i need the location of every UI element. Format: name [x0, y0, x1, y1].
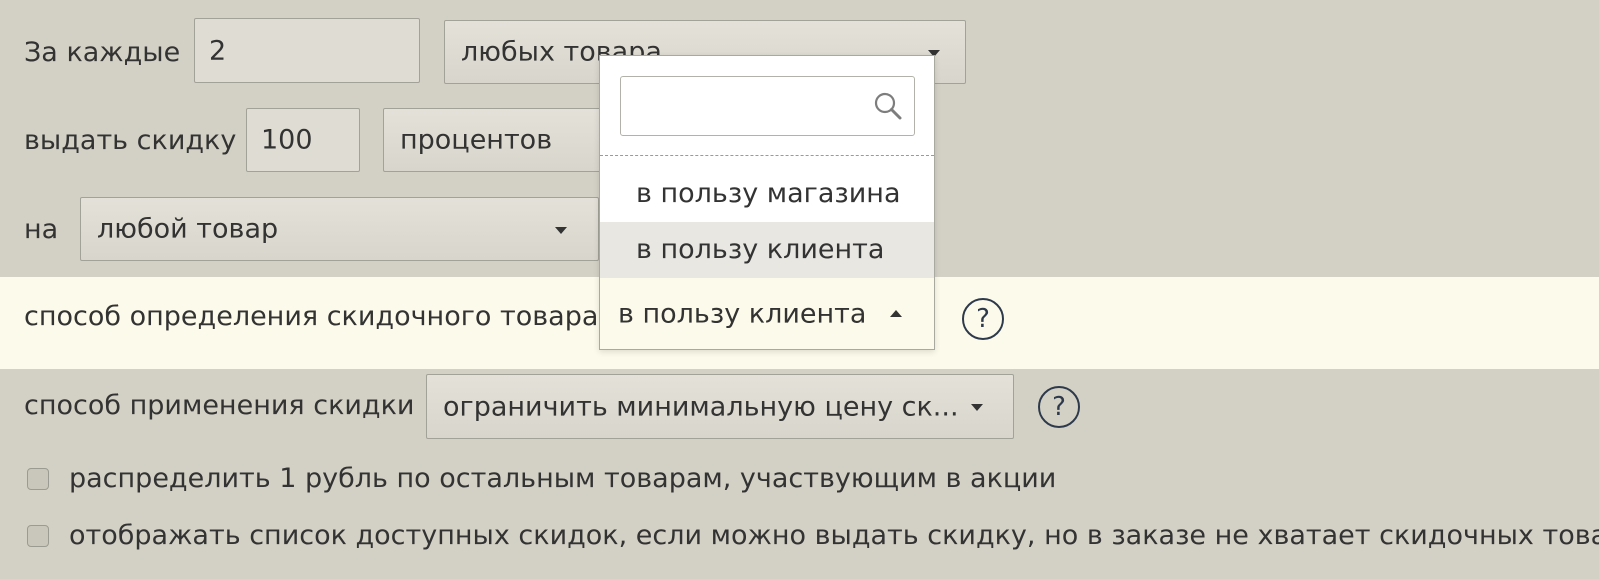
discount-unit-value: процентов — [400, 124, 553, 156]
distribute-ruble-label: распределить 1 рубль по остальным товара… — [69, 463, 1057, 494]
discount-amount-input[interactable]: 100 — [246, 108, 360, 172]
dropdown-option[interactable]: в пользу магазина — [600, 166, 934, 222]
method-select-value: в пользу клиента — [618, 298, 867, 329]
dropdown-option[interactable]: в пользу клиента — [600, 222, 934, 278]
show-discounts-label: отображать список доступных скидок, если… — [69, 520, 1599, 551]
method-label: способ определения скидочного товара — [24, 301, 599, 332]
method-dropdown[interactable]: в пользу магазина в пользу клиента в пол… — [599, 55, 935, 350]
search-icon — [874, 92, 902, 120]
distribute-ruble-checkbox[interactable] — [27, 468, 49, 490]
chevron-down-icon — [971, 404, 983, 411]
every-label: За каждые — [24, 37, 181, 68]
apply-select[interactable]: ограничить минимальную цену ск... — [426, 374, 1014, 439]
discount-label: выдать скидку — [24, 125, 237, 156]
target-select[interactable]: любой товар — [80, 197, 599, 261]
chevron-up-icon — [890, 310, 902, 317]
target-select-value: любой товар — [97, 213, 279, 245]
dropdown-search-input[interactable] — [620, 76, 915, 136]
method-select[interactable]: в пользу клиента — [600, 278, 934, 349]
target-label: на — [24, 214, 59, 245]
apply-label: способ применения скидки — [24, 390, 415, 421]
apply-select-value: ограничить минимальную цену ск... — [443, 391, 959, 422]
discount-unit-select[interactable]: процентов — [383, 108, 613, 172]
help-icon[interactable]: ? — [1038, 386, 1080, 428]
dropdown-separator — [600, 155, 934, 156]
help-icon[interactable]: ? — [962, 298, 1004, 340]
quantity-input[interactable]: 2 — [194, 18, 420, 83]
quantity-value: 2 — [209, 35, 227, 66]
discount-amount-value: 100 — [261, 124, 313, 156]
show-discounts-checkbox[interactable] — [27, 525, 49, 547]
chevron-down-icon — [555, 227, 567, 234]
